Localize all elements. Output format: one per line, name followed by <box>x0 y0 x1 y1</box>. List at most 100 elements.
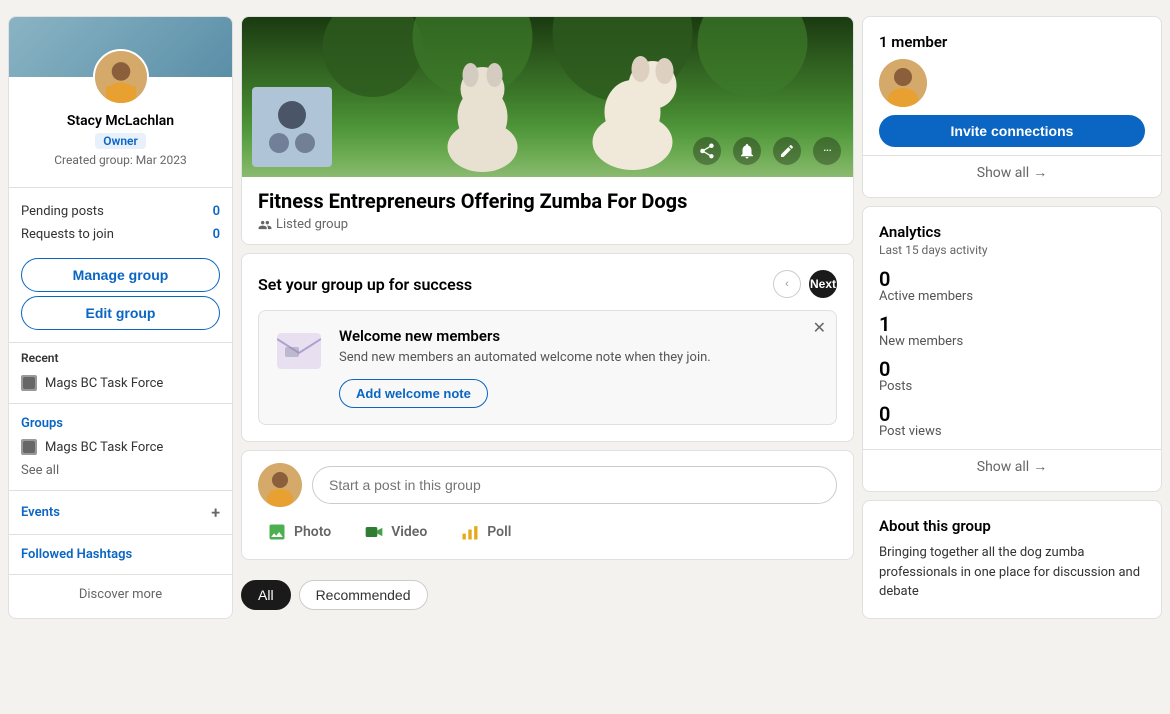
photo-icon <box>266 521 288 543</box>
member-avatar <box>879 59 927 107</box>
post-card: Photo Video Poll <box>241 450 854 560</box>
post-views-count: 0 <box>879 404 1145 424</box>
setup-card: Set your group up for success ‹ Next Wel… <box>241 253 854 442</box>
active-members-label: Active members <box>879 289 1145 304</box>
pending-posts-value: 0 <box>213 204 220 219</box>
member-count: 1 member <box>879 33 1145 51</box>
notification-icon[interactable] <box>733 137 761 165</box>
post-input-area <box>258 463 837 507</box>
setup-text: Welcome new members Send new members an … <box>339 327 820 408</box>
right-sidebar: 1 member Invite connections Show all → A… <box>862 16 1162 619</box>
setup-nav: ‹ Next <box>773 270 837 298</box>
manage-group-button[interactable]: Manage group <box>21 258 220 292</box>
pending-posts-label: Pending posts <box>21 204 104 219</box>
video-button[interactable]: Video <box>355 517 435 547</box>
photo-button[interactable]: Photo <box>258 517 339 547</box>
hashtags-section: Followed Hashtags <box>9 534 232 574</box>
all-filter-button[interactable]: All <box>241 580 291 610</box>
setup-item-title: Welcome new members <box>339 327 820 345</box>
setup-header: Set your group up for success ‹ Next <box>258 270 837 298</box>
group-type-label: Listed group <box>276 217 348 232</box>
analytics-arrow-icon: → <box>1033 458 1047 475</box>
sidebar-cover <box>9 17 232 77</box>
new-members-row: 1 New members <box>879 314 1145 349</box>
events-section: Events + <box>9 490 232 534</box>
requests-label: Requests to join <box>21 227 114 242</box>
close-icon[interactable]: ✕ <box>813 321 826 337</box>
add-welcome-note-button[interactable]: Add welcome note <box>339 379 488 408</box>
more-icon[interactable]: ··· <box>813 137 841 165</box>
setup-title: Set your group up for success <box>258 275 472 294</box>
sidebar-created: Created group: Mar 2023 <box>21 153 220 167</box>
group-card: ··· Fitness Entrepreneurs Offering Zumba… <box>241 16 854 245</box>
left-sidebar: Stacy McLachlan Owner Created group: Mar… <box>8 16 233 619</box>
sidebar-badge: Owner <box>95 133 146 149</box>
sidebar-item-mags-bc[interactable]: Mags BC Task Force <box>21 371 220 395</box>
avatar <box>93 49 149 105</box>
poll-label: Poll <box>487 524 511 540</box>
video-icon <box>363 521 385 543</box>
share-icon[interactable] <box>693 137 721 165</box>
group-type: Listed group <box>258 217 837 232</box>
invite-connections-button[interactable]: Invite connections <box>879 115 1145 147</box>
see-all-link[interactable]: See all <box>21 459 220 482</box>
setup-content: Welcome new members Send new members an … <box>258 310 837 425</box>
arrow-right-icon: → <box>1033 164 1047 181</box>
analytics-card: Analytics Last 15 days activity 0 Active… <box>862 206 1162 492</box>
post-actions: Photo Video Poll <box>258 517 837 547</box>
group-icon <box>21 375 37 391</box>
next-button[interactable]: Next <box>809 270 837 298</box>
sidebar-groups-item[interactable]: Mags BC Task Force <box>21 435 220 459</box>
hashtags-link[interactable]: Followed Hashtags <box>21 543 220 566</box>
groups-item-label: Mags BC Task Force <box>45 440 163 455</box>
groups-label: Groups <box>21 412 220 435</box>
requests-row: Requests to join 0 <box>21 223 220 246</box>
post-views-row: 0 Post views <box>879 404 1145 439</box>
new-members-label: New members <box>879 334 1145 349</box>
discover-more-button[interactable]: Discover more <box>21 583 220 606</box>
analytics-title: Analytics <box>879 223 1145 241</box>
new-members-count: 1 <box>879 314 1145 334</box>
posts-row: 0 Posts <box>879 359 1145 394</box>
group-logo <box>252 87 332 167</box>
recent-section: Recent Mags BC Task Force <box>9 342 232 403</box>
about-title: About this group <box>879 517 1145 535</box>
active-members-count: 0 <box>879 269 1145 289</box>
video-label: Video <box>391 524 427 540</box>
members-show-all-link[interactable]: Show all → <box>863 155 1161 189</box>
prev-button[interactable]: ‹ <box>773 270 801 298</box>
about-card: About this group Bringing together all t… <box>862 500 1162 619</box>
groups-section: Groups Mags BC Task Force See all <box>9 403 232 490</box>
poll-icon <box>459 521 481 543</box>
active-members-row: 0 Active members <box>879 269 1145 304</box>
edit-group-button[interactable]: Edit group <box>21 296 220 330</box>
events-link[interactable]: Events + <box>21 499 220 526</box>
sidebar-stats: Pending posts 0 Requests to join 0 <box>9 196 232 254</box>
analytics-subtitle: Last 15 days activity <box>879 243 1145 257</box>
pending-posts-row: Pending posts 0 <box>21 200 220 223</box>
posts-count: 0 <box>879 359 1145 379</box>
add-event-icon[interactable]: + <box>211 503 220 522</box>
filter-bar: All Recommended <box>241 568 854 614</box>
setup-item-desc: Send new members an automated welcome no… <box>339 349 820 367</box>
analytics-show-all-link[interactable]: Show all → <box>863 449 1161 483</box>
group-hero: ··· <box>242 17 853 177</box>
photo-label: Photo <box>294 524 331 540</box>
poll-button[interactable]: Poll <box>451 517 519 547</box>
sidebar-name: Stacy McLachlan <box>21 113 220 129</box>
group-title: Fitness Entrepreneurs Offering Zumba For… <box>258 189 837 213</box>
recommended-filter-button[interactable]: Recommended <box>299 580 428 610</box>
group-title-area: Fitness Entrepreneurs Offering Zumba For… <box>242 177 853 244</box>
requests-value: 0 <box>213 227 220 242</box>
recent-label: Recent <box>21 351 220 365</box>
envelope-icon <box>275 327 323 375</box>
posts-label: Posts <box>879 379 1145 394</box>
edit-icon[interactable] <box>773 137 801 165</box>
main-content: ··· Fitness Entrepreneurs Offering Zumba… <box>241 16 854 614</box>
post-avatar <box>258 463 302 507</box>
events-label: Events <box>21 505 60 520</box>
group-actions: ··· <box>693 137 841 165</box>
post-views-label: Post views <box>879 424 1145 439</box>
about-text: Bringing together all the dog zumba prof… <box>879 543 1145 602</box>
post-input[interactable] <box>312 466 837 504</box>
